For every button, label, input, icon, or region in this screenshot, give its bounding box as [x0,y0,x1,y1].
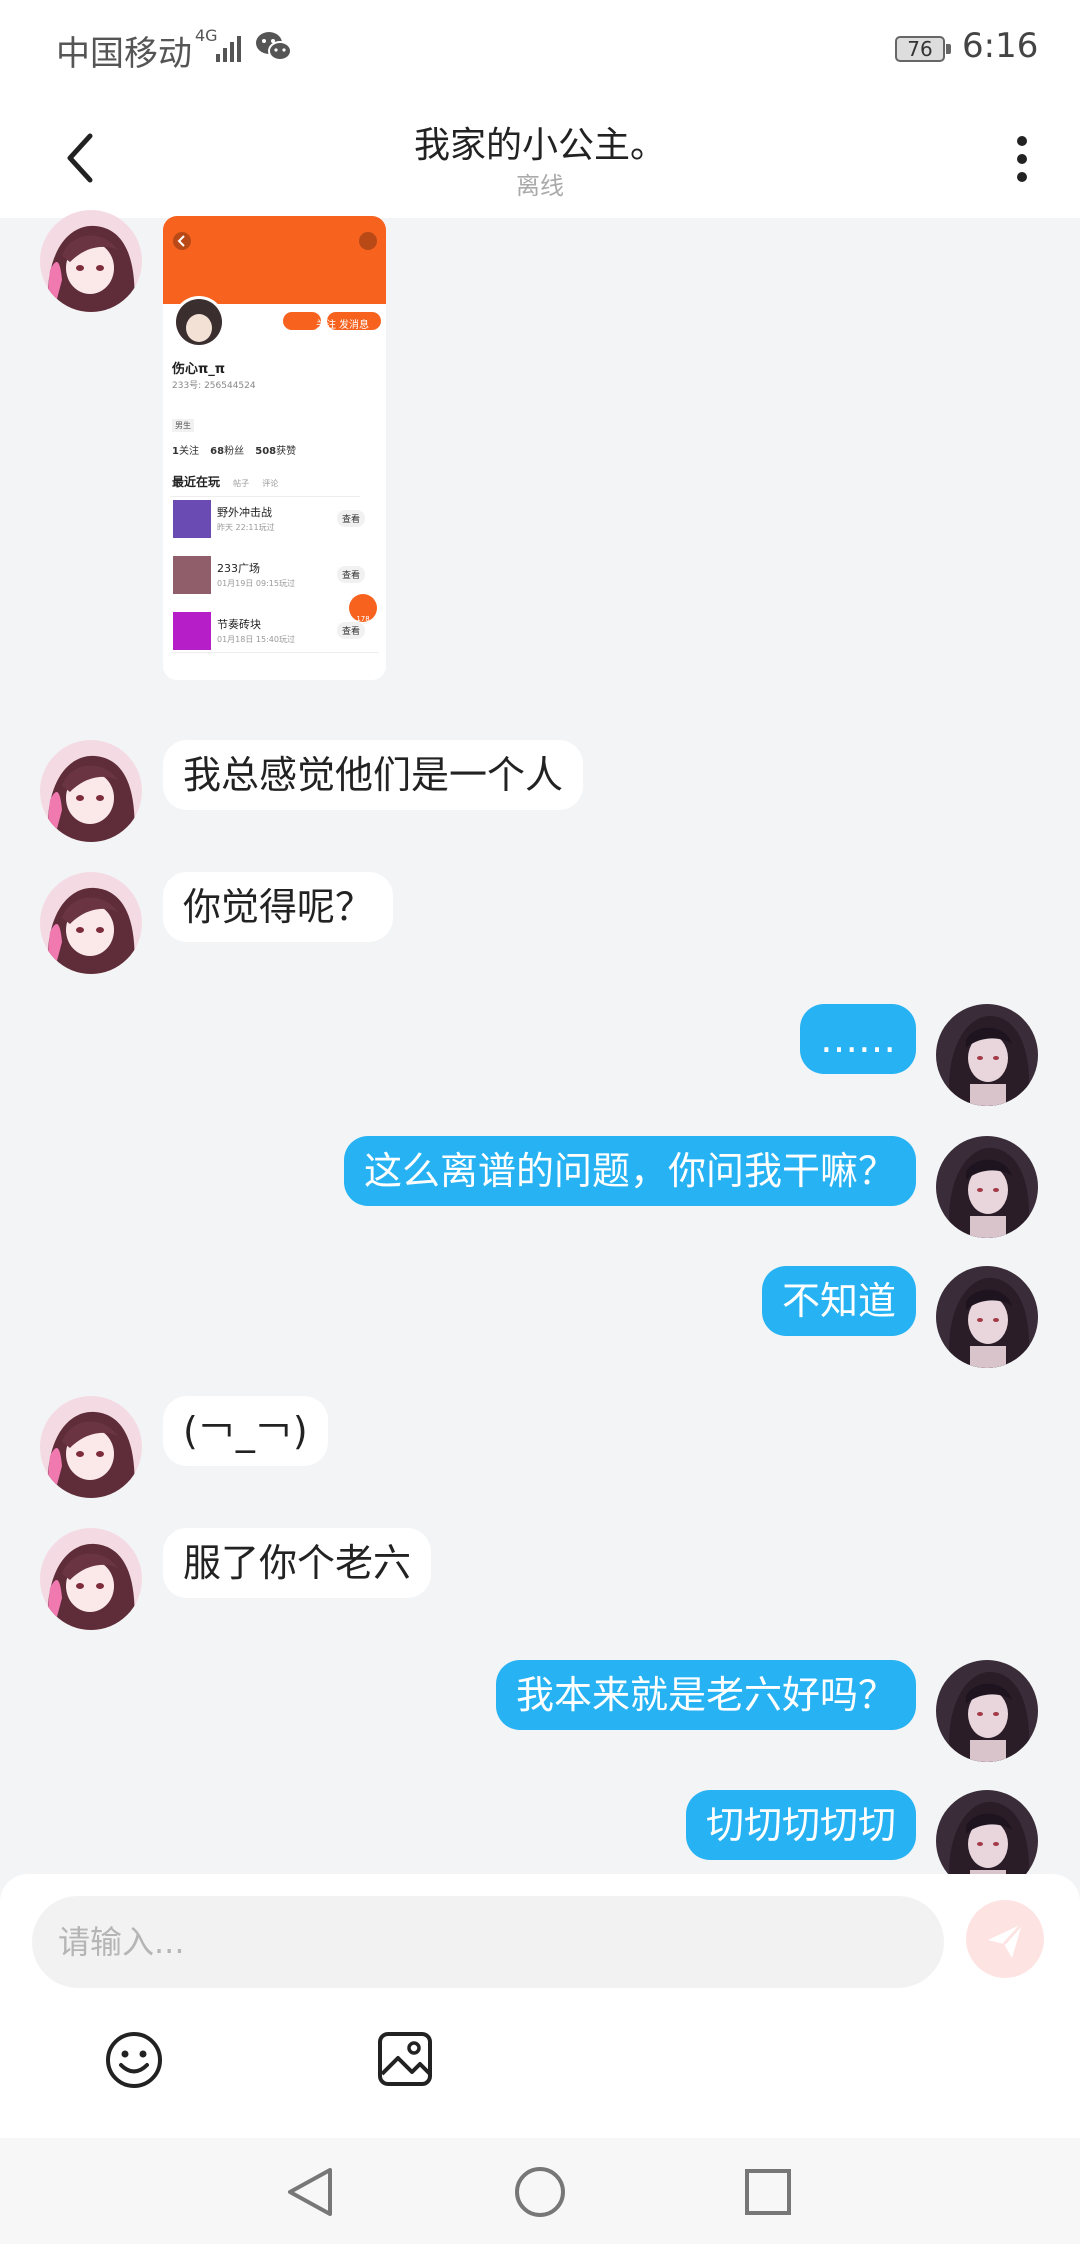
circle-home-icon[interactable] [514,2166,566,2218]
profile-name: 伤心π_π [172,362,226,377]
send-icon [988,1922,1024,1958]
square-recent-icon[interactable] [744,2168,792,2216]
my-avatar[interactable] [936,1136,1038,1238]
view-button: 查看 [337,622,366,639]
message-button: 发消息 [339,320,369,331]
carrier-label: 中国移动 [56,34,192,74]
image-icon[interactable] [376,2030,434,2088]
message-bubble-sent[interactable]: 不知道 [761,1266,916,1336]
message-bubble-sent[interactable]: 切切切切切 [685,1790,916,1860]
message-bubble-received[interactable]: (￢_￢) [163,1396,328,1466]
view-button: 查看 [337,566,366,583]
my-avatar[interactable] [936,1266,1038,1368]
profile-tabs: 最近在玩 帖子 评论 [172,475,279,489]
more-vertical-icon[interactable] [1010,134,1034,184]
game-time: 01月18日 15:40玩过 [217,635,295,644]
battery-indicator: 76 [895,36,945,62]
game-time: 昨天 22:11玩过 [217,523,275,532]
profile-id: 233号: 256544524 [172,381,256,391]
chat-title: 我家的小公主。 [413,125,666,166]
message-bubble-sent[interactable]: …… [800,1004,916,1074]
gender-tag: 男生 [172,419,194,432]
triangle-back-icon[interactable] [286,2166,334,2218]
view-button: 查看 [337,510,366,527]
clock: 6:16 [962,26,1039,66]
message-bubble-received[interactable]: 你觉得呢？ [163,872,394,942]
contact-avatar[interactable] [40,1528,142,1630]
contact-avatar[interactable] [40,740,142,842]
system-nav-bar [0,2138,1080,2244]
message-bubble-received[interactable]: 服了你个老六 [163,1528,432,1598]
status-bar: 中国移动 4G 76 6:16 [0,0,1080,96]
my-avatar[interactable] [936,1004,1038,1106]
message-bubble-sent[interactable]: 我本来就是老六好吗？ [495,1660,916,1730]
game-time: 01月19日 09:15玩过 [217,579,295,588]
chat-header: 我家的小公主。 离线 [0,96,1080,218]
wechat-icon [256,32,292,61]
contact-avatar[interactable] [40,210,142,312]
battery-tip [946,44,951,54]
online-status: 离线 [516,172,564,200]
game-name: 节奏砖块 [217,618,261,631]
input-bar: 请输入... [0,1874,1080,2138]
message-bubble-sent[interactable]: 这么离谱的问题，你问我干嘛？ [343,1136,916,1206]
profile-stats: 1关注 68粉丝 508获赞 [172,446,297,457]
shared-screenshot[interactable]: 关注 发消息 伤心π_π 233号: 256544524 男生 1关注 68粉丝… [163,216,386,680]
smiley-icon[interactable] [104,2030,164,2090]
message-input[interactable]: 请输入... [32,1896,944,1988]
message-bubble-received[interactable]: 我总感觉他们是一个人 [163,740,584,810]
contact-avatar[interactable] [40,1396,142,1498]
game-name: 野外冲击战 [217,506,272,519]
contact-avatar[interactable] [40,872,142,974]
my-avatar[interactable] [936,1660,1038,1762]
send-button[interactable] [966,1900,1044,1978]
heart-count: 178 [356,615,370,623]
signal-icon [216,36,241,62]
game-name: 233广场 [217,562,260,575]
